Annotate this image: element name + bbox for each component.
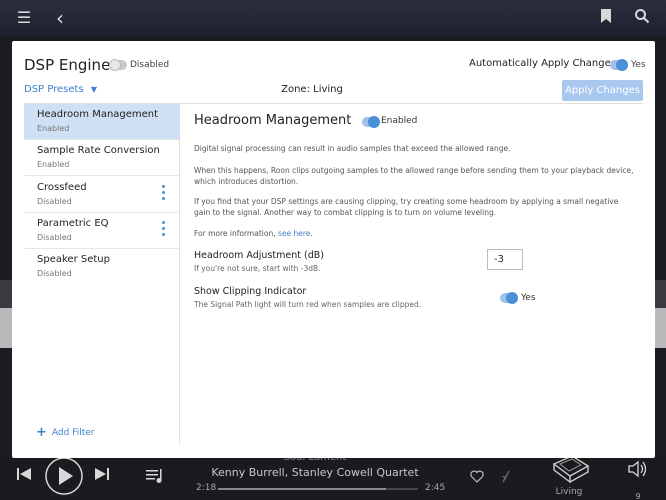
heart-icon[interactable] — [470, 468, 484, 487]
auto-apply-toggle[interactable] — [610, 59, 628, 71]
now-playing-bar: Soul Lament Kenny Burrell, Stanley Cowel… — [0, 452, 666, 500]
chevron-down-icon: ▼ — [90, 85, 97, 94]
headroom-adjustment-hint: If you're not sure, start with -3dB. — [194, 264, 321, 273]
play-button[interactable] — [44, 456, 84, 500]
filter-status: Disabled — [37, 233, 72, 242]
filter-status: Enabled — [37, 160, 70, 169]
headroom-adjustment-label: Headroom Adjustment (dB) — [194, 250, 324, 261]
search-icon[interactable] — [632, 8, 652, 28]
dsp-presets-label: DSP Presets — [24, 84, 84, 95]
filter-label: Speaker Setup — [37, 254, 110, 265]
filter-list: Headroom Management Enabled Sample Rate … — [24, 104, 180, 445]
track-artist[interactable]: Kenny Burrell, Stanley Cowell Quartet — [200, 466, 430, 479]
filter-status: Enabled — [37, 124, 70, 133]
zone-speaker-icon[interactable] — [550, 454, 590, 490]
seek-bar-fill — [218, 488, 386, 490]
dialog-title: DSP Engine — [24, 56, 111, 74]
show-clipping-label: Show Clipping Indicator — [194, 286, 307, 297]
more-options-icon[interactable] — [162, 221, 166, 239]
add-filter-label: Add Filter — [51, 428, 95, 438]
filter-label: Parametric EQ — [37, 218, 109, 229]
volume-icon[interactable] — [628, 460, 648, 482]
bookmark-icon[interactable] — [596, 8, 616, 28]
more-info-suffix: . — [310, 229, 313, 238]
add-filter-button[interactable]: + Add Filter — [36, 425, 94, 440]
volume-level: 9 — [635, 492, 641, 500]
seek-bar[interactable] — [218, 488, 418, 490]
description-paragraph: If you find that your DSP settings are c… — [194, 197, 619, 217]
dsp-engine-status: Disabled — [130, 60, 170, 70]
next-track-icon[interactable] — [94, 466, 110, 486]
queue-icon[interactable] — [146, 468, 166, 488]
see-here-link[interactable]: see here — [278, 229, 310, 238]
dsp-engine-dialog: DSP Engine Disabled Automatically Apply … — [12, 41, 655, 458]
app-top-bar: ☰ ‹ — [0, 0, 666, 36]
detail-title: Headroom Management — [194, 113, 352, 128]
previous-track-icon[interactable] — [16, 466, 32, 486]
auto-apply-label: Automatically Apply Changes — [469, 58, 616, 69]
filter-label: Headroom Management — [37, 109, 159, 120]
filter-status: Disabled — [37, 269, 72, 278]
dsp-engine-toggle[interactable] — [109, 59, 127, 71]
headroom-enabled-label: Enabled — [381, 116, 418, 126]
ban-icon[interactable] — [500, 468, 512, 487]
filter-item-headroom-management[interactable]: Headroom Management Enabled — [24, 104, 180, 140]
auto-apply-value: Yes — [631, 60, 646, 70]
filter-label: Crossfeed — [37, 182, 87, 193]
description-paragraph: Digital signal processing can result in … — [194, 144, 511, 153]
show-clipping-value: Yes — [521, 293, 536, 303]
filter-item-speaker-setup[interactable]: Speaker Setup Disabled — [24, 249, 180, 285]
apply-changes-button[interactable]: Apply Changes — [562, 80, 643, 101]
zone-label: Zone: Living — [281, 84, 343, 95]
back-arrow-icon[interactable]: ‹ — [50, 8, 70, 28]
filter-status: Disabled — [37, 197, 72, 206]
headroom-enabled-toggle[interactable] — [362, 116, 380, 128]
more-info-line: For more information, see here. — [194, 228, 634, 239]
more-options-icon[interactable] — [162, 185, 166, 203]
headroom-adjustment-input[interactable]: -3 — [487, 249, 523, 270]
show-clipping-toggle[interactable] — [500, 292, 518, 304]
filter-label: Sample Rate Conversion — [37, 145, 160, 156]
more-info-text: For more information, — [194, 229, 278, 238]
elapsed-time: 2:18 — [196, 483, 217, 493]
dsp-presets-dropdown[interactable]: DSP Presets ▼ — [24, 84, 97, 95]
filter-item-crossfeed[interactable]: Crossfeed Disabled — [24, 177, 180, 213]
filter-item-sample-rate-conversion[interactable]: Sample Rate Conversion Enabled — [24, 140, 180, 176]
zone-name[interactable]: Living — [553, 487, 585, 497]
plus-icon: + — [36, 425, 47, 440]
total-time: 2:45 — [425, 483, 446, 493]
show-clipping-hint: The Signal Path light will turn red when… — [194, 300, 422, 309]
description-paragraph: When this happens, Roon clips outgoing s… — [194, 166, 634, 186]
hamburger-menu-icon[interactable]: ☰ — [14, 8, 34, 28]
filter-item-parametric-eq[interactable]: Parametric EQ Disabled — [24, 213, 180, 249]
